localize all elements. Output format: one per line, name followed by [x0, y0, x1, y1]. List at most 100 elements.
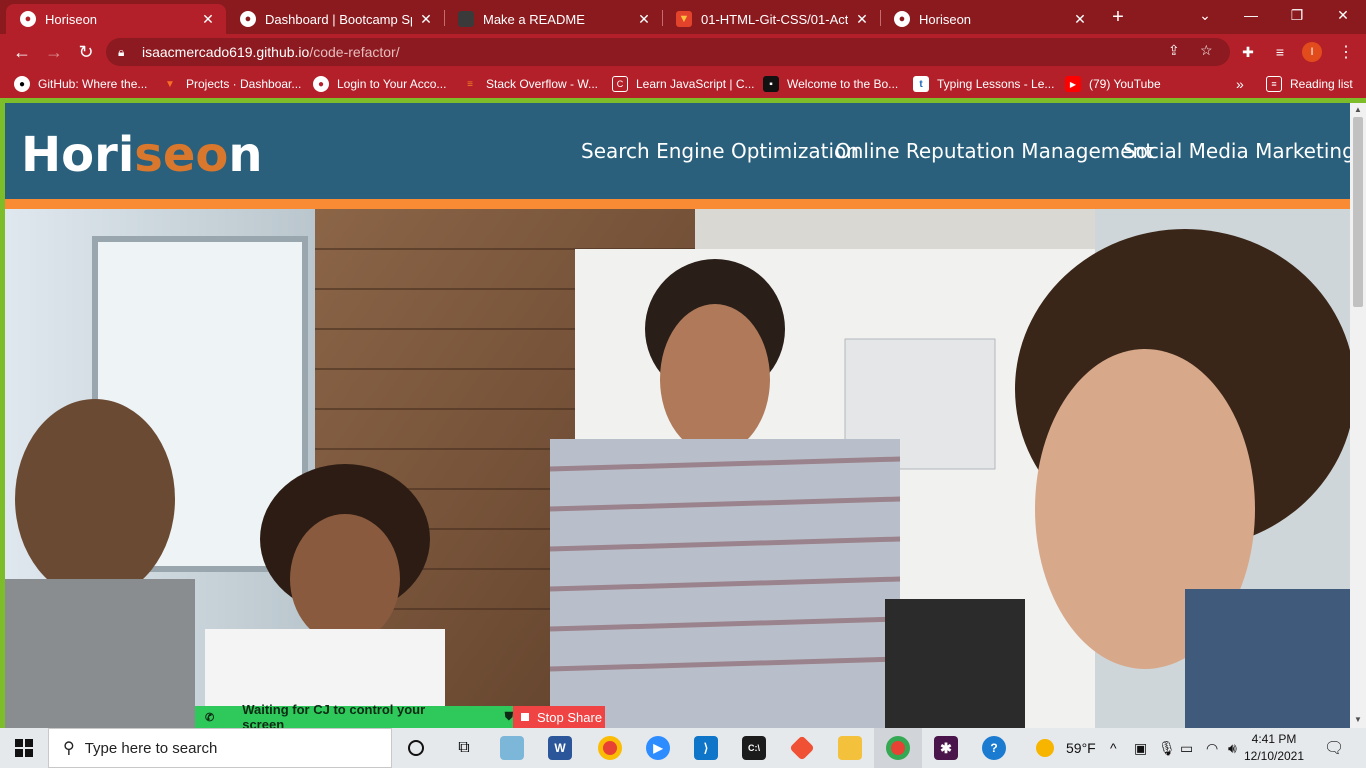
tab-horiseon-2[interactable]: ● Horiseon ✕ — [880, 4, 1098, 34]
task-view-icon: ⧉ — [458, 739, 470, 756]
taskbar-app-chrome-active[interactable] — [874, 728, 922, 768]
nav-seo[interactable]: Search Engine Optimization — [581, 139, 859, 163]
new-tab-button[interactable]: + — [1100, 2, 1136, 32]
taskbar-app-git[interactable] — [778, 728, 826, 768]
notes-icon — [500, 736, 524, 760]
search-icon: ⚲ — [63, 740, 75, 757]
scroll-thumb[interactable] — [1353, 117, 1363, 307]
cortana-button[interactable] — [392, 728, 440, 768]
close-icon[interactable]: ✕ — [418, 11, 434, 28]
tab-horiseon-active[interactable]: ● Horiseon ✕ — [6, 4, 226, 34]
hero-photo-illustration — [5, 209, 1350, 728]
wifi-icon[interactable]: ◠ — [1206, 728, 1218, 768]
bookmark-login[interactable]: ● Login to Your Acco... — [313, 74, 446, 94]
word-icon: W — [548, 736, 572, 760]
tab-bootcamp[interactable]: ● Dashboard | Bootcamp Spot ✕ — [226, 4, 444, 34]
scroll-up-icon[interactable]: ▲ — [1354, 105, 1362, 114]
tab-label: Make a README — [483, 11, 585, 27]
bookmark-label: Welcome to the Bo... — [787, 77, 899, 91]
taskbar-app-word[interactable]: W — [536, 728, 584, 768]
scroll-down-icon[interactable]: ▼ — [1354, 715, 1362, 724]
restore-button[interactable]: ❐ — [1274, 0, 1320, 30]
bookmark-youtube[interactable]: ▶ (79) YouTube — [1065, 74, 1161, 94]
screen-share-banner: ✆ Waiting for CJ to control your screen … — [195, 702, 605, 732]
tab-strip: ● Horiseon ✕ ● Dashboard | Bootcamp Spot… — [0, 0, 1366, 34]
microphone-icon[interactable]: 🎙︎ — [1158, 728, 1176, 768]
bookmark-github[interactable]: ● GitHub: Where the... — [14, 74, 147, 94]
close-icon[interactable]: ✕ — [854, 11, 870, 28]
tab-readme[interactable]: Make a README ✕ — [444, 4, 662, 34]
extensions-puzzle-icon[interactable]: ✚ — [1234, 38, 1262, 66]
task-view-button[interactable]: ⧉ — [440, 728, 488, 768]
shield-icon: ⛊ — [504, 710, 513, 723]
bookmarks-bar: ● GitHub: Where the... ▼ Projects · Dash… — [0, 70, 1366, 98]
nav-social-media[interactable]: Social Media Marketing — [1123, 139, 1350, 163]
notification-icon[interactable]: 🗨︎ — [1324, 728, 1344, 768]
bookmark-learn-js[interactable]: C Learn JavaScript | C... — [612, 74, 755, 94]
tab-search-chevron-icon[interactable]: ⌄ — [1182, 0, 1228, 30]
close-icon[interactable]: ✕ — [636, 11, 652, 28]
tab-gitlab[interactable]: ▼ 01-HTML-Git-CSS/01-Activitie ✕ — [662, 4, 880, 34]
tray-chevron-icon[interactable]: ^ — [1110, 728, 1117, 768]
tab-label: 01-HTML-Git-CSS/01-Activitie — [701, 11, 848, 27]
more-bookmarks-button[interactable]: » — [1236, 74, 1244, 94]
close-window-button[interactable]: ✕ — [1320, 0, 1366, 30]
clock-time: 4:41 PM — [1251, 732, 1297, 746]
taskbar-app-terminal[interactable]: C:\ — [730, 728, 778, 768]
reload-icon[interactable]: ↻ — [72, 38, 100, 66]
close-icon[interactable]: ✕ — [200, 11, 216, 28]
start-button[interactable] — [0, 728, 48, 768]
web-page: Horiseon Search Engine Optimization Onli… — [5, 103, 1350, 728]
windows-logo-icon — [15, 739, 33, 757]
logo-main: Hori — [21, 127, 135, 183]
github-icon: ● — [14, 76, 30, 92]
volume-icon[interactable]: 🔊︎ — [1228, 728, 1237, 768]
stop-square-icon — [521, 713, 529, 721]
bookmark-label: Projects · Dashboar... — [186, 77, 302, 91]
more-menu-icon[interactable]: ⋮ — [1332, 38, 1360, 66]
codecademy-icon: C — [612, 76, 628, 92]
reading-list-icon: ≡ — [1266, 76, 1282, 92]
hero-image — [5, 209, 1350, 728]
lock-icon: 🔒︎ — [118, 44, 125, 59]
bookmark-label: (79) YouTube — [1089, 77, 1161, 91]
globe-icon: ● — [20, 11, 36, 27]
bookmark-typing[interactable]: t Typing Lessons - Le... — [913, 74, 1054, 94]
reading-list-button[interactable]: ≡ Reading list — [1266, 74, 1353, 94]
site-logo[interactable]: Horiseon — [21, 127, 263, 183]
logo-accent: seo — [134, 127, 229, 183]
gitlab-icon: ▼ — [165, 78, 175, 90]
bookmark-stackoverflow[interactable]: ≡ Stack Overflow - W... — [462, 74, 598, 94]
taskbar-search[interactable]: ⚲ Type here to search — [48, 728, 392, 768]
minimize-button[interactable]: — — [1228, 0, 1274, 30]
bookmark-label: Stack Overflow - W... — [486, 77, 599, 91]
bookmark-welcome[interactable]: ▪ Welcome to the Bo... — [763, 74, 898, 94]
media-queue-icon[interactable]: ≡ — [1266, 38, 1294, 66]
forward-arrow-icon[interactable]: → — [40, 38, 68, 66]
bookmark-star-icon[interactable]: ☆ — [1200, 42, 1213, 59]
close-icon[interactable]: ✕ — [1072, 11, 1088, 28]
nav-reputation[interactable]: Online Reputation Management — [835, 139, 1153, 163]
camera-icon[interactable]: ▣ — [1134, 728, 1147, 768]
taskbar-app-explorer[interactable] — [826, 728, 874, 768]
taskbar-app-slack[interactable]: ✱ — [922, 728, 970, 768]
stop-share-button[interactable]: Stop Share — [513, 706, 605, 728]
address-bar[interactable]: 🔒︎ isaacmercado619.github.io/code-refact… — [106, 38, 1230, 66]
gitlab-icon: ▼ — [676, 11, 692, 27]
back-arrow-icon[interactable]: ← — [8, 38, 36, 66]
bookmark-gitlab[interactable]: ▼ Projects · Dashboar... — [162, 74, 301, 94]
profile-avatar[interactable]: I — [1302, 42, 1322, 62]
page-scrollbar[interactable]: ▲ ▼ — [1350, 103, 1366, 728]
taskbar-app-notes[interactable] — [488, 728, 536, 768]
taskbar-app-vscode[interactable]: ⟩ — [682, 728, 730, 768]
weather-widget[interactable]: 59°F — [1036, 728, 1096, 768]
system-clock[interactable]: 4:41 PM 12/10/2021 — [1242, 731, 1306, 765]
taskbar-app-zoom[interactable]: ▶ — [634, 728, 682, 768]
typing-icon: t — [913, 76, 929, 92]
bookmark-label: GitHub: Where the... — [38, 77, 148, 91]
battery-icon[interactable]: ▭ — [1180, 728, 1193, 768]
taskbar-app-chrome[interactable] — [586, 728, 634, 768]
share-icon[interactable]: ⇪ — [1168, 42, 1180, 59]
taskbar-app-help[interactable]: ? — [970, 728, 1018, 768]
globe-icon: ● — [313, 76, 329, 92]
